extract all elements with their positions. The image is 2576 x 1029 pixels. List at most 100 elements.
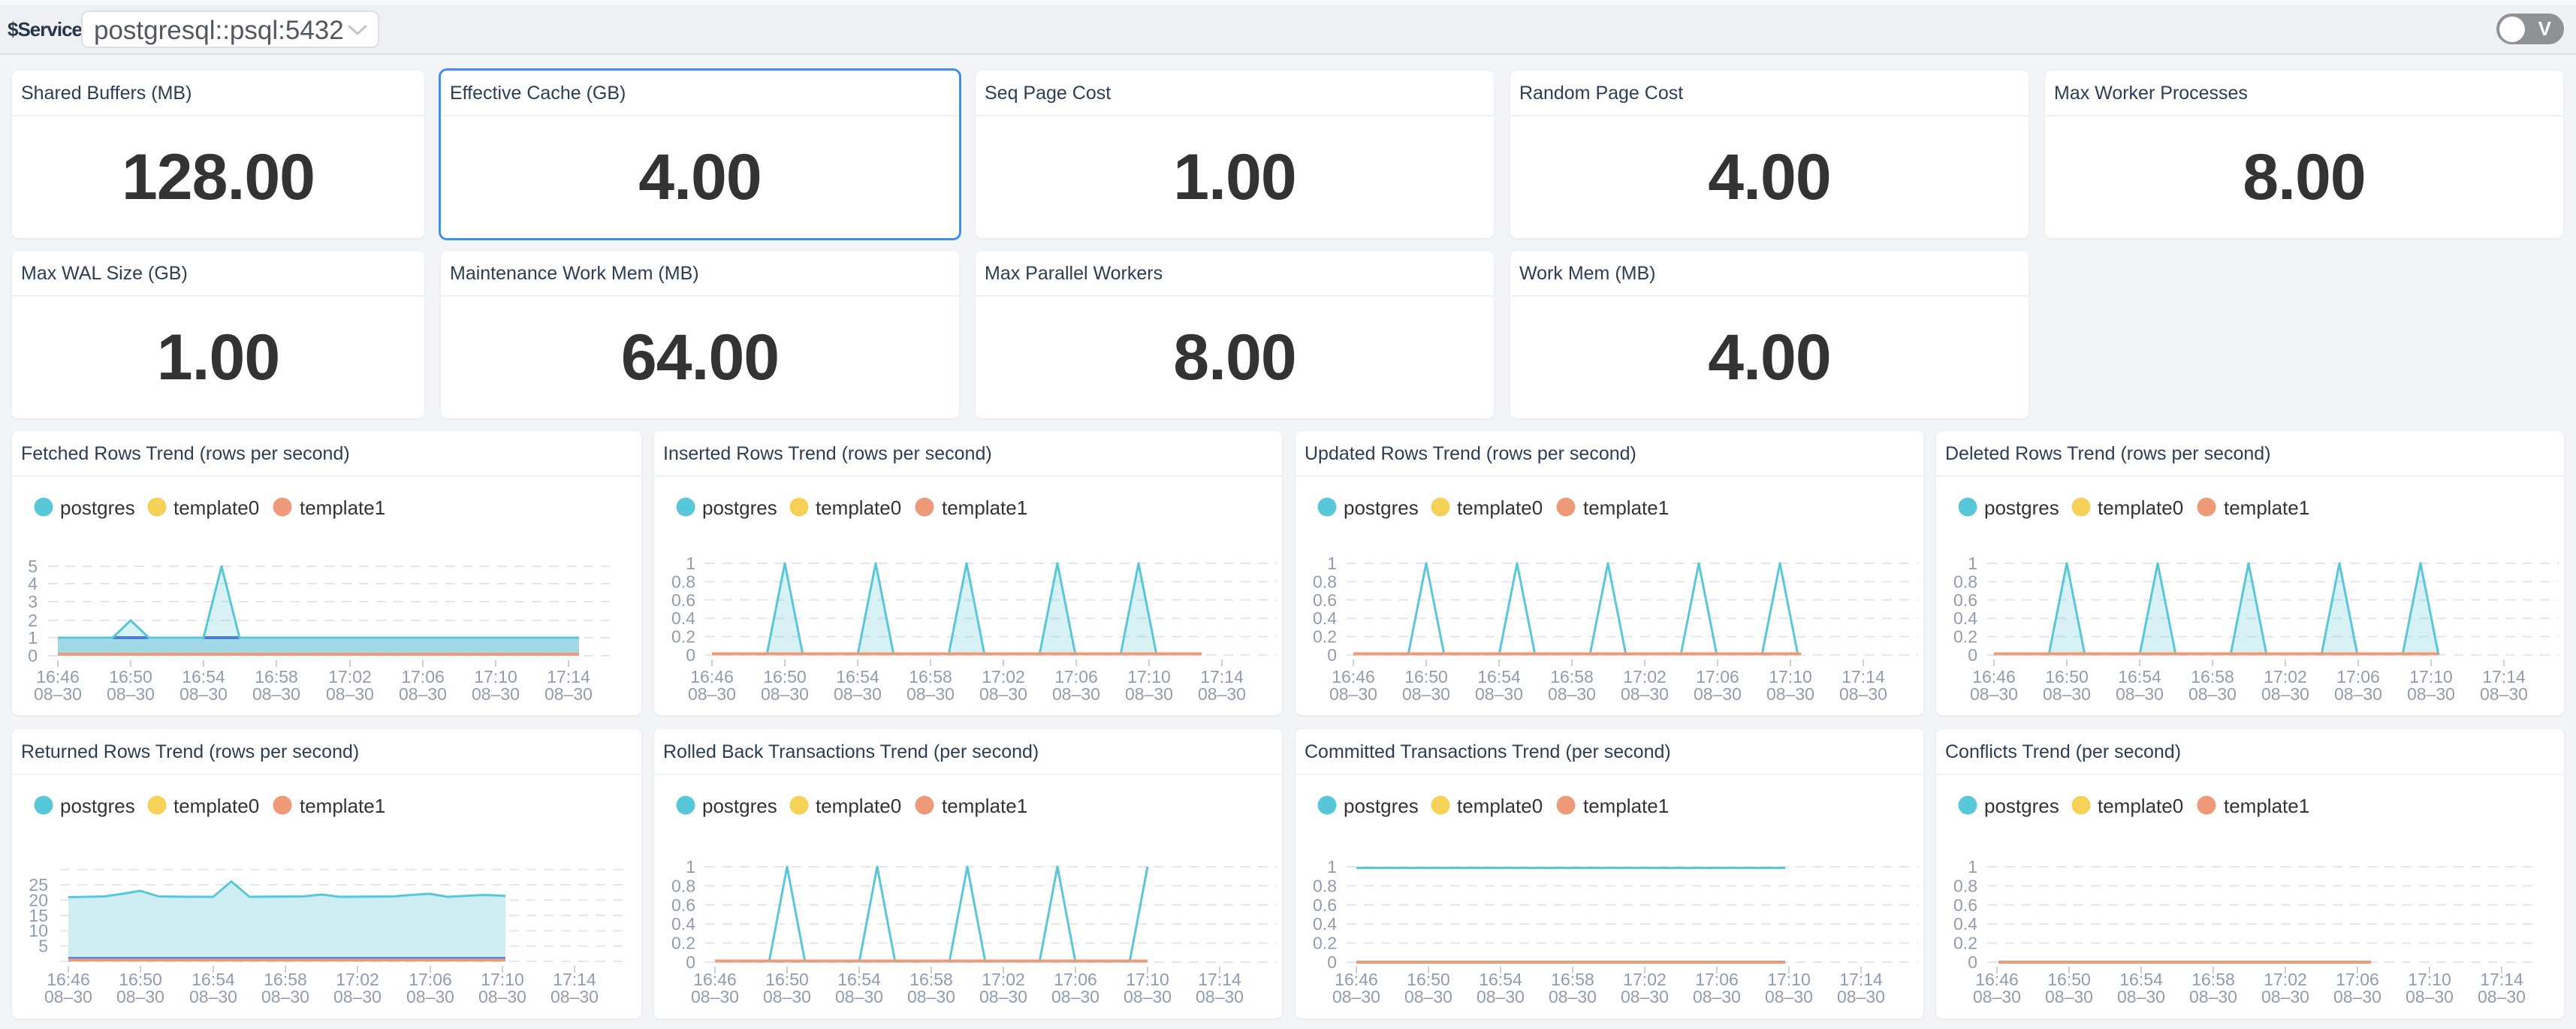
svg-text:08–30: 08–30 [906, 684, 955, 704]
svg-text:template1: template1 [942, 496, 1027, 519]
svg-text:template0: template0 [173, 795, 259, 817]
svg-text:08–30: 08–30 [333, 987, 382, 1006]
svg-text:08–30: 08–30 [1052, 684, 1100, 704]
svg-text:postgres: postgres [1344, 795, 1419, 817]
svg-text:08–30: 08–30 [2116, 684, 2164, 704]
svg-text:template0: template0 [2098, 795, 2183, 817]
svg-text:08–30: 08–30 [763, 987, 811, 1006]
svg-text:08–30: 08–30 [1693, 987, 1741, 1006]
svg-text:08–30: 08–30 [1477, 987, 1525, 1006]
svg-text:0.2: 0.2 [1953, 627, 1977, 647]
svg-text:08–30: 08–30 [1198, 684, 1246, 704]
svg-text:08–30: 08–30 [478, 987, 526, 1006]
svg-text:08–30: 08–30 [1621, 987, 1669, 1006]
svg-text:08–30: 08–30 [2334, 684, 2382, 704]
svg-text:08–30: 08–30 [2406, 987, 2454, 1006]
svg-text:08–30: 08–30 [2189, 987, 2237, 1006]
svg-text:postgres: postgres [1984, 496, 2059, 519]
svg-text:08–30: 08–30 [406, 987, 454, 1006]
svg-text:08–30: 08–30 [116, 987, 164, 1006]
svg-text:08–30: 08–30 [2480, 684, 2528, 704]
svg-text:0.4: 0.4 [1953, 914, 1977, 934]
svg-text:08–30: 08–30 [834, 684, 882, 704]
svg-text:0.6: 0.6 [1313, 895, 1337, 915]
svg-text:1: 1 [686, 554, 695, 573]
svg-text:08–30: 08–30 [907, 987, 955, 1006]
svg-text:0.4: 0.4 [671, 914, 695, 934]
svg-text:08–30: 08–30 [107, 684, 155, 704]
svg-text:08–30: 08–30 [1404, 987, 1452, 1006]
svg-text:postgres: postgres [702, 795, 777, 817]
svg-text:0.6: 0.6 [1953, 895, 1977, 915]
svg-text:0.4: 0.4 [1313, 914, 1337, 934]
svg-text:08–30: 08–30 [979, 684, 1027, 704]
svg-text:1: 1 [28, 628, 38, 647]
svg-text:postgres: postgres [702, 496, 777, 519]
svg-text:08–30: 08–30 [189, 987, 237, 1006]
svg-text:08–30: 08–30 [1970, 684, 2018, 704]
svg-text:08–30: 08–30 [2333, 987, 2381, 1006]
svg-text:08–30: 08–30 [34, 684, 82, 704]
svg-text:1: 1 [1968, 857, 1977, 877]
svg-text:08–30: 08–30 [979, 987, 1027, 1006]
svg-text:08–30: 08–30 [472, 684, 520, 704]
svg-text:0: 0 [28, 646, 38, 665]
svg-text:0.4: 0.4 [671, 608, 695, 628]
svg-text:template0: template0 [816, 795, 901, 817]
svg-text:template1: template1 [300, 496, 385, 519]
svg-text:0.8: 0.8 [1953, 572, 1977, 591]
svg-text:08–30: 08–30 [44, 987, 92, 1006]
svg-text:0.2: 0.2 [671, 934, 695, 953]
svg-text:08–30: 08–30 [1332, 987, 1380, 1006]
svg-text:08–30: 08–30 [261, 987, 309, 1006]
svg-text:08–30: 08–30 [2188, 684, 2237, 704]
svg-text:08–30: 08–30 [2407, 684, 2455, 704]
svg-text:template1: template1 [2224, 496, 2309, 519]
svg-text:08–30: 08–30 [2045, 987, 2093, 1006]
svg-text:postgres: postgres [60, 496, 135, 519]
svg-text:0.6: 0.6 [671, 590, 695, 610]
svg-text:1: 1 [1327, 857, 1337, 877]
svg-text:08–30: 08–30 [2117, 987, 2165, 1006]
svg-text:template0: template0 [1457, 795, 1543, 817]
svg-text:template1: template1 [942, 795, 1027, 817]
svg-text:08–30: 08–30 [1329, 684, 1377, 704]
svg-text:0.8: 0.8 [671, 876, 695, 895]
svg-text:08–30: 08–30 [2478, 987, 2526, 1006]
svg-text:1: 1 [1327, 554, 1337, 573]
svg-text:08–30: 08–30 [688, 684, 736, 704]
svg-text:0: 0 [1968, 645, 1977, 665]
svg-text:08–30: 08–30 [2261, 684, 2309, 704]
svg-text:08–30: 08–30 [1766, 684, 1814, 704]
svg-text:template1: template1 [1583, 795, 1669, 817]
svg-text:08–30: 08–30 [1402, 684, 1450, 704]
svg-text:template1: template1 [300, 795, 385, 817]
svg-text:5: 5 [38, 937, 48, 956]
svg-text:0.2: 0.2 [671, 627, 695, 647]
svg-text:0.8: 0.8 [671, 572, 695, 591]
svg-text:4: 4 [28, 574, 38, 593]
svg-text:08–30: 08–30 [252, 684, 300, 704]
svg-text:0.2: 0.2 [1953, 934, 1977, 953]
svg-text:0.2: 0.2 [1313, 627, 1337, 647]
svg-text:08–30: 08–30 [550, 987, 599, 1006]
svg-text:08–30: 08–30 [691, 987, 739, 1006]
svg-text:08–30: 08–30 [1475, 684, 1523, 704]
svg-text:08–30: 08–30 [544, 684, 593, 704]
svg-text:08–30: 08–30 [1694, 684, 1742, 704]
svg-text:1: 1 [1968, 554, 1977, 573]
svg-text:template0: template0 [173, 496, 259, 519]
svg-text:0.8: 0.8 [1313, 572, 1337, 591]
svg-text:08–30: 08–30 [326, 684, 374, 704]
svg-text:08–30: 08–30 [1621, 684, 1669, 704]
svg-text:template1: template1 [2224, 795, 2309, 817]
svg-text:0.8: 0.8 [1313, 876, 1337, 895]
svg-text:postgres: postgres [1344, 496, 1419, 519]
svg-text:0.6: 0.6 [1313, 590, 1337, 610]
svg-text:template0: template0 [2098, 496, 2183, 519]
svg-text:08–30: 08–30 [2043, 684, 2091, 704]
svg-text:postgres: postgres [1984, 795, 2059, 817]
svg-text:1: 1 [686, 857, 695, 877]
svg-text:0.4: 0.4 [1313, 608, 1337, 628]
svg-text:08–30: 08–30 [1973, 987, 2021, 1006]
